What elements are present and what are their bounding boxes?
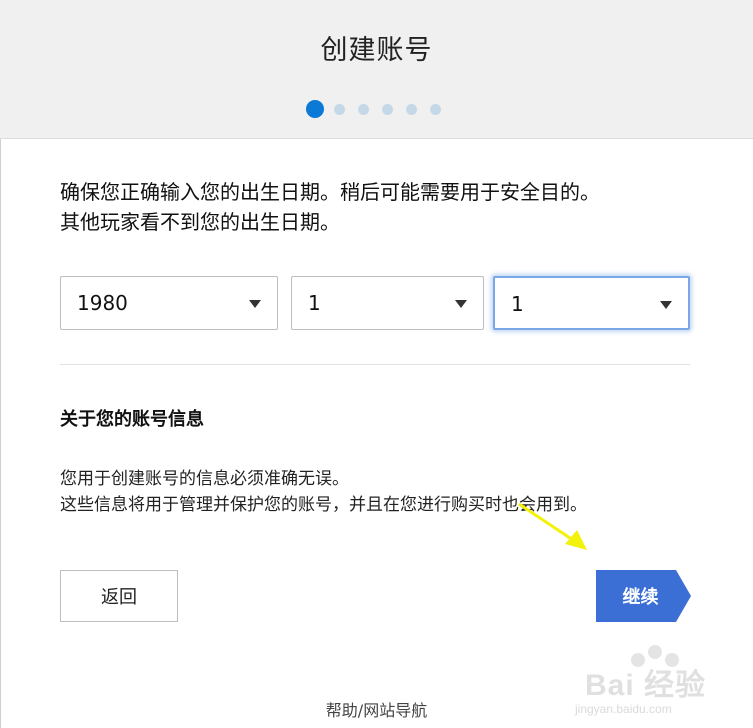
step-dot — [406, 103, 417, 115]
description-line: 您用于创建账号的信息必须准确无误。 — [60, 469, 349, 489]
birth-year-select[interactable]: 1980 — [60, 276, 278, 330]
continue-button[interactable]: 继续 — [596, 570, 691, 622]
step-dot — [430, 103, 441, 115]
help-navigation-link[interactable]: 帮助/网站导航 — [0, 697, 753, 721]
continue-button-label: 继续 — [622, 587, 659, 608]
birthdate-instructions: 确保您正确输入您的出生日期。稍后可能需要用于安全目的。 其他玩家看不到您的出生日… — [60, 177, 710, 237]
account-info-description: 您用于创建账号的信息必须准确无误。 这些信息将用于管理并保护您的账号，并且在您进… — [60, 466, 587, 518]
annotation-arrow-icon — [518, 502, 587, 550]
chevron-down-icon — [249, 300, 261, 308]
description-line: 这些信息将用于管理并保护您的账号，并且在您进行购买时也会用到。 — [60, 495, 587, 515]
step-dot-active — [306, 100, 324, 118]
birth-day-value: 1 — [511, 292, 524, 316]
page-title: 创建账号 — [320, 35, 433, 66]
birth-day-select[interactable]: 1 — [493, 276, 690, 330]
section-divider — [60, 364, 690, 365]
back-button[interactable]: 返回 — [60, 570, 178, 622]
page-header: 创建账号 — [0, 0, 753, 139]
step-dot — [334, 103, 345, 115]
instruction-line: 确保您正确输入您的出生日期。稍后可能需要用于安全目的。 — [60, 180, 600, 204]
chevron-down-icon — [660, 301, 672, 309]
account-info-heading: 关于您的账号信息 — [60, 409, 204, 430]
step-dot — [382, 103, 393, 115]
instruction-line: 其他玩家看不到您的出生日期。 — [60, 210, 340, 234]
birth-month-value: 1 — [308, 291, 321, 315]
step-indicator — [306, 100, 454, 118]
chevron-down-icon — [455, 300, 467, 308]
step-dot — [358, 103, 369, 115]
birth-year-value: 1980 — [77, 291, 128, 315]
birth-month-select[interactable]: 1 — [291, 276, 484, 330]
